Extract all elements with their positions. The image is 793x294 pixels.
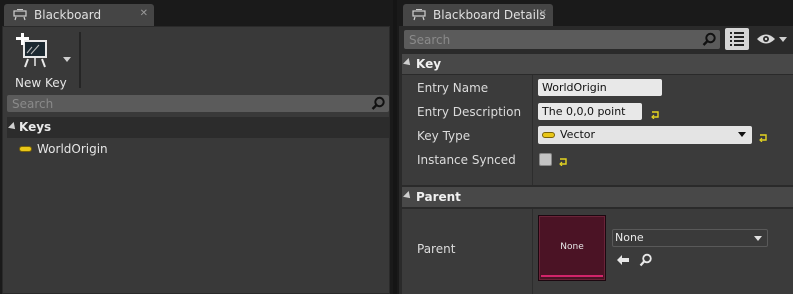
key-section-title: Key (416, 57, 442, 71)
blackboard-tab[interactable]: Blackboard ✕ (4, 4, 154, 26)
eye-icon (756, 33, 776, 48)
reset-to-default-icon[interactable] (759, 131, 768, 143)
asset-type-bar (541, 275, 603, 277)
parent-asset-thumbnail[interactable]: None (538, 215, 606, 281)
blackboard-body: New Key Keys WorldOrigin (2, 26, 390, 294)
expand-arrow-icon (403, 58, 413, 68)
parent-asset-dropdown[interactable]: None (612, 229, 768, 247)
blackboard-tab-icon (411, 9, 427, 21)
expand-arrow-icon (8, 122, 18, 132)
chevron-down-icon (754, 236, 762, 241)
new-key-label: New Key (15, 76, 67, 90)
reset-to-default-icon[interactable] (559, 155, 568, 167)
blackboard-tab-title: Blackboard (34, 8, 102, 22)
key-section-header[interactable]: Key (402, 54, 793, 74)
blackboard-details-tab-title: Blackboard Details (433, 8, 546, 22)
parent-label: Parent (417, 242, 456, 256)
keys-category-label: Keys (19, 120, 52, 134)
toolbar-separator (79, 32, 81, 88)
new-key-icon (15, 32, 55, 72)
instance-synced-label: Instance Synced (417, 153, 516, 167)
parent-properties: Parent None None (402, 209, 793, 294)
parent-section-header[interactable]: Parent (402, 187, 793, 207)
list-view-button[interactable] (725, 28, 749, 50)
details-search-box (404, 30, 720, 49)
blackboard-toolbar: New Key (3, 27, 389, 95)
key-type-label: Key Type (417, 129, 471, 143)
blackboard-details-tab[interactable]: Blackboard Details ✕ (403, 4, 553, 26)
chevron-down-icon (63, 57, 71, 62)
chevron-down-icon (738, 132, 746, 137)
close-icon[interactable]: ✕ (140, 8, 148, 19)
blackboard-search-box (7, 95, 389, 112)
blackboard-tab-icon (12, 9, 28, 21)
blackboard-panel: Blackboard ✕ New Key Search Keys WorldOr… (0, 0, 393, 294)
blackboard-search-input[interactable] (7, 95, 367, 112)
list-item[interactable]: WorldOrigin (19, 141, 108, 157)
details-search-input[interactable] (404, 30, 700, 49)
close-icon[interactable]: ✕ (539, 8, 547, 19)
entry-name-label: Entry Name (417, 81, 489, 95)
key-type-value: Vector (560, 128, 596, 141)
thumbnail-label: None (560, 242, 584, 252)
reset-to-default-icon[interactable] (651, 108, 660, 120)
key-properties: Entry Name WorldOrigin Entry Description… (402, 75, 793, 185)
entry-name-field[interactable]: WorldOrigin (538, 79, 662, 96)
column-splitter[interactable] (532, 75, 533, 185)
use-selected-arrow-icon[interactable] (616, 253, 630, 267)
entry-description-label: Entry Description (417, 105, 522, 119)
parent-section-title: Parent (416, 190, 461, 204)
key-type-dropdown[interactable]: Vector (538, 126, 752, 144)
browse-magnifier-icon[interactable] (639, 253, 653, 267)
keys-category-header[interactable]: Keys (7, 117, 389, 138)
parent-asset-value: None (615, 231, 644, 244)
key-name: WorldOrigin (37, 142, 108, 156)
expand-arrow-icon (403, 191, 413, 201)
chevron-down-icon (779, 37, 787, 42)
search-icon[interactable] (702, 32, 717, 47)
new-key-button[interactable]: New Key (9, 31, 73, 90)
details-body: Key Entry Name WorldOrigin Entry Descrip… (399, 26, 793, 294)
list-view-icon (730, 32, 744, 49)
search-icon[interactable] (371, 96, 386, 111)
vector-key-icon (19, 146, 32, 152)
visibility-options-button[interactable] (754, 30, 790, 48)
column-splitter[interactable] (532, 209, 533, 294)
instance-synced-checkbox[interactable] (539, 153, 552, 166)
vector-type-icon (542, 132, 555, 138)
entry-description-field[interactable]: The 0,0,0 point (538, 103, 642, 120)
